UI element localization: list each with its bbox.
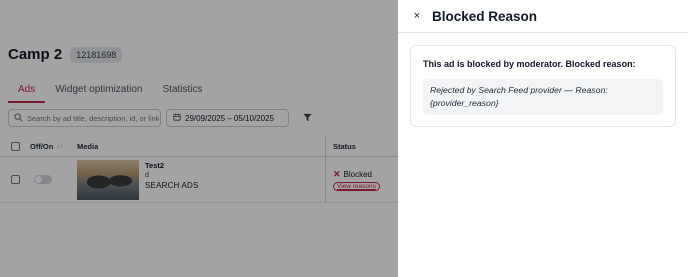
reason-card: This ad is blocked by moderator. Blocked… — [410, 45, 676, 127]
reason-intro: This ad is blocked by moderator. Blocked… — [423, 59, 636, 69]
blocked-reason-drawer: × Blocked Reason This ad is blocked by m… — [398, 0, 688, 277]
drawer-body: This ad is blocked by moderator. Blocked… — [398, 33, 688, 127]
drawer-header: × Blocked Reason — [398, 0, 688, 33]
drawer-title: Blocked Reason — [432, 8, 538, 24]
reason-text: Rejected by Search Feed provider — Reaso… — [423, 79, 663, 115]
modal-backdrop[interactable] — [0, 0, 398, 277]
close-icon[interactable]: × — [409, 8, 425, 24]
